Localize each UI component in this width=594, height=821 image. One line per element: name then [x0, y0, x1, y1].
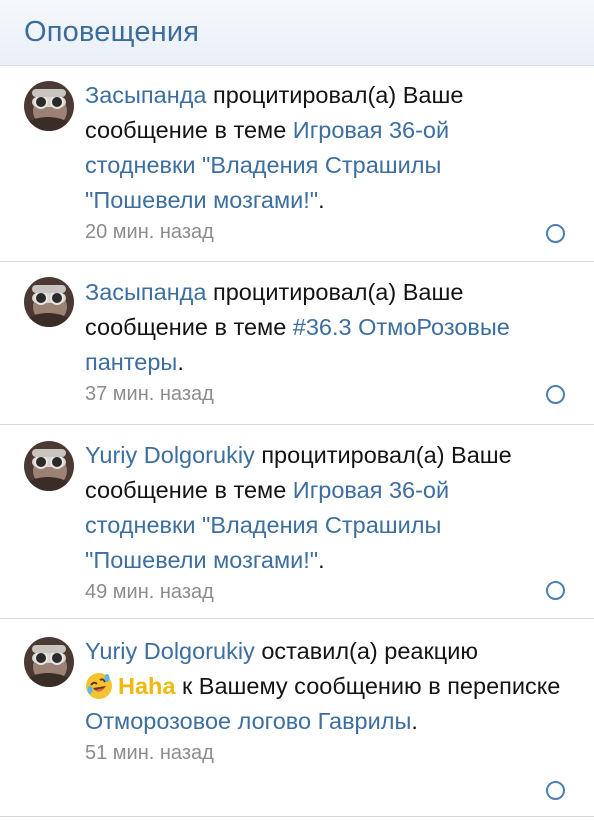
timestamp: 51 мин. назад — [85, 742, 214, 764]
notification-text: Засыпанда процитировал(а) Ваше сообщение… — [85, 78, 564, 218]
avatar-image — [24, 441, 74, 491]
mark-read-toggle[interactable] — [546, 781, 565, 800]
punctuation: . — [411, 708, 418, 734]
user-link[interactable]: Засыпанда — [85, 82, 206, 108]
timestamp: 20 мин. назад — [85, 221, 214, 243]
reaction-label: Haha — [118, 673, 176, 699]
notification-item[interactable]: Yuriy Dolgorukiy процитировал(а) Ваше со… — [0, 425, 594, 619]
punctuation: . — [318, 547, 325, 573]
user-link[interactable]: Yuriy Dolgorukiy — [85, 638, 255, 664]
avatar[interactable] — [24, 277, 74, 327]
avatar-image — [24, 277, 74, 327]
user-link[interactable]: Yuriy Dolgorukiy — [85, 442, 255, 468]
notification-item[interactable]: Засыпанда процитировал(а) Ваше сообщение… — [0, 66, 594, 262]
notification-item[interactable]: Засыпанда процитировал(а) Ваше сообщение… — [0, 262, 594, 425]
mark-read-toggle[interactable] — [546, 224, 565, 243]
mark-read-toggle[interactable] — [546, 385, 565, 404]
punctuation: . — [318, 187, 325, 213]
page-title: Оповещения — [24, 16, 200, 48]
timestamp: 49 мин. назад — [85, 581, 214, 603]
conversation-link[interactable]: Отморозовое логово Гаврилы — [85, 708, 411, 734]
rolling-laughing-emoji-icon — [86, 673, 112, 699]
notification-text: Засыпанда процитировал(а) Ваше сообщение… — [85, 275, 564, 380]
avatar[interactable] — [24, 637, 74, 687]
mark-read-toggle[interactable] — [546, 581, 565, 600]
notification-text: Yuriy Dolgorukiy оставил(а) реакцию Haha… — [85, 634, 564, 739]
timestamp: 37 мин. назад — [85, 383, 214, 405]
avatar[interactable] — [24, 441, 74, 491]
action-text: оставил(а) реакцию — [261, 638, 478, 664]
avatar[interactable] — [24, 81, 74, 131]
user-link[interactable]: Засыпанда — [85, 279, 206, 305]
avatar-image — [24, 81, 74, 131]
notifications-header: Оповещения — [0, 0, 594, 66]
action-text-2: к Вашему сообщению в переписке — [182, 673, 561, 699]
notification-text: Yuriy Dolgorukiy процитировал(а) Ваше со… — [85, 438, 564, 578]
notification-list: Засыпанда процитировал(а) Ваше сообщение… — [0, 66, 594, 817]
avatar-image — [24, 637, 74, 687]
punctuation: . — [177, 349, 184, 375]
notification-item[interactable]: Yuriy Dolgorukiy оставил(а) реакцию Haha… — [0, 619, 594, 817]
